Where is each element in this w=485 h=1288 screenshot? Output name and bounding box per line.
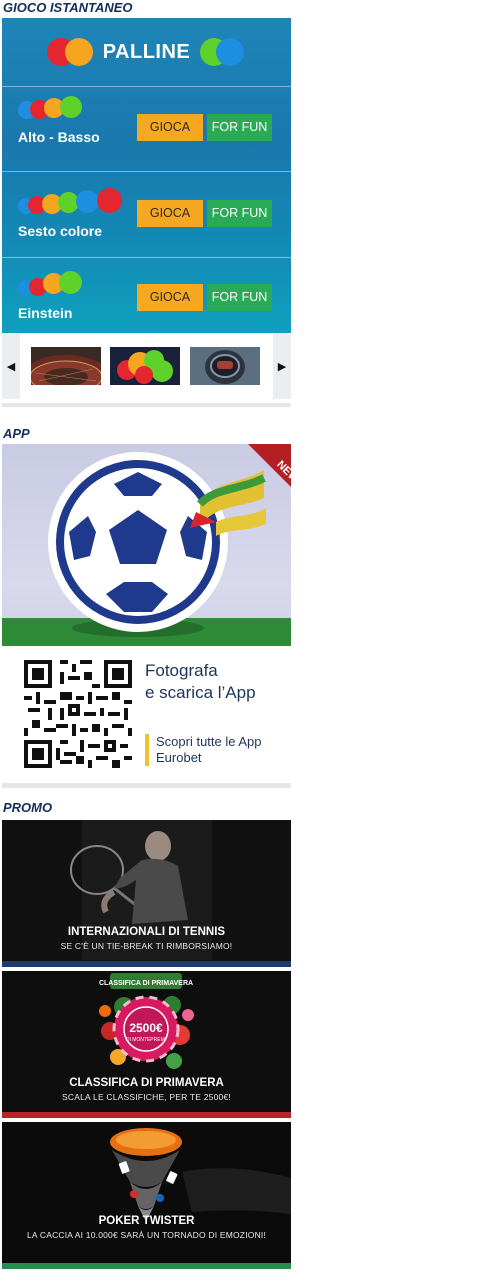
- games-carousel: ◀ ▶: [2, 333, 291, 407]
- app-banner[interactable]: NEW: [2, 444, 291, 646]
- play-button[interactable]: GIOCA: [137, 284, 203, 311]
- poker-tornado-illustration: [2, 1122, 291, 1269]
- game-row-sesto-colore: Sesto colore GIOCA FOR FUN: [2, 171, 291, 257]
- section-title-app: APP: [3, 426, 30, 441]
- game-balls-icon: [18, 188, 133, 214]
- palline-title: PALLINE: [102, 40, 191, 63]
- palline-logo-balls-right: [200, 38, 246, 66]
- promo-subtitle: SE C'È UN TIE-BREAK TI RIMBORSIAMO!: [60, 941, 233, 951]
- game-row-alto-basso: Alto - Basso GIOCA FOR FUN: [2, 86, 291, 171]
- promo-bar: [2, 961, 291, 967]
- app-download-box: Fotografa e scarica l’App Scopri tutte l…: [2, 646, 291, 788]
- promo-title: CLASSIFICA DI PRIMAVERA: [69, 1077, 224, 1089]
- soccer-ball-app-icon: NEW: [2, 444, 291, 646]
- qr-code-icon: [24, 660, 132, 768]
- for-fun-button[interactable]: FOR FUN: [207, 200, 272, 227]
- carousel-next-icon[interactable]: ▶: [273, 333, 291, 399]
- section-title-instant-game: GIOCO ISTANTANEO: [3, 0, 133, 15]
- left-column: GIOCO ISTANTANEO PALLINE Alto - Basso GI…: [2, 0, 291, 1273]
- promo-bar: [2, 1263, 291, 1269]
- spring-badge-title: CLASSIFICA DI PRIMAVERA: [99, 980, 193, 987]
- promo-title: INTERNAZIONALI DI TENNIS: [67, 926, 226, 938]
- discover-apps-link[interactable]: Scopri tutte le App Eurobet: [145, 734, 262, 766]
- game-name: Sesto colore: [18, 223, 103, 239]
- palline-thumbnail[interactable]: [110, 347, 180, 385]
- palline-logo-balls-left: [46, 38, 93, 66]
- spring-badge-amount: 2500€: [129, 1021, 163, 1035]
- palline-header: PALLINE: [2, 18, 291, 86]
- promo-subtitle: LA CACCIA AI 10.000€ SARÀ UN TORNADO DI …: [26, 1230, 267, 1240]
- roulette-thumbnail[interactable]: [31, 347, 101, 385]
- spring-badge-subtitle: DI MONTEPREMI: [126, 1037, 166, 1043]
- instant-game-panel: PALLINE Alto - Basso GIOCA FOR FUN Sesto…: [2, 18, 291, 333]
- play-button[interactable]: GIOCA: [137, 114, 203, 141]
- for-fun-button[interactable]: FOR FUN: [207, 284, 272, 311]
- app-headline: Fotografa e scarica l’App: [145, 661, 256, 702]
- promo-banner-tennis[interactable]: INTERNAZIONALI DI TENNIS SE C'È UN TIE-B…: [2, 820, 291, 967]
- game-balls-icon: [18, 270, 88, 296]
- promo-subtitle: SCALA LE CLASSIFICHE, PER TE 2500€!: [62, 1092, 231, 1102]
- game-name: Alto - Basso: [18, 129, 100, 145]
- promo-banner-classifica[interactable]: CLASSIFICA DI PRIMAVERA 2500€ DI MONTEPR…: [2, 971, 291, 1118]
- promo-title: POKER TWISTER: [98, 1215, 195, 1227]
- section-title-promo: PROMO: [3, 800, 53, 815]
- for-fun-button[interactable]: FOR FUN: [207, 114, 272, 141]
- promo-bar: [2, 1112, 291, 1118]
- game-balls-icon: [18, 95, 88, 121]
- game-row-einstein: Einstein GIOCA FOR FUN: [2, 257, 291, 334]
- astronaut-thumbnail[interactable]: [190, 347, 260, 385]
- play-button[interactable]: GIOCA: [137, 200, 203, 227]
- carousel-prev-icon[interactable]: ◀: [2, 333, 20, 399]
- promo-banner-poker-twister[interactable]: POKER TWISTER LA CACCIA AI 10.000€ SARÀ …: [2, 1122, 291, 1269]
- game-name: Einstein: [18, 305, 73, 321]
